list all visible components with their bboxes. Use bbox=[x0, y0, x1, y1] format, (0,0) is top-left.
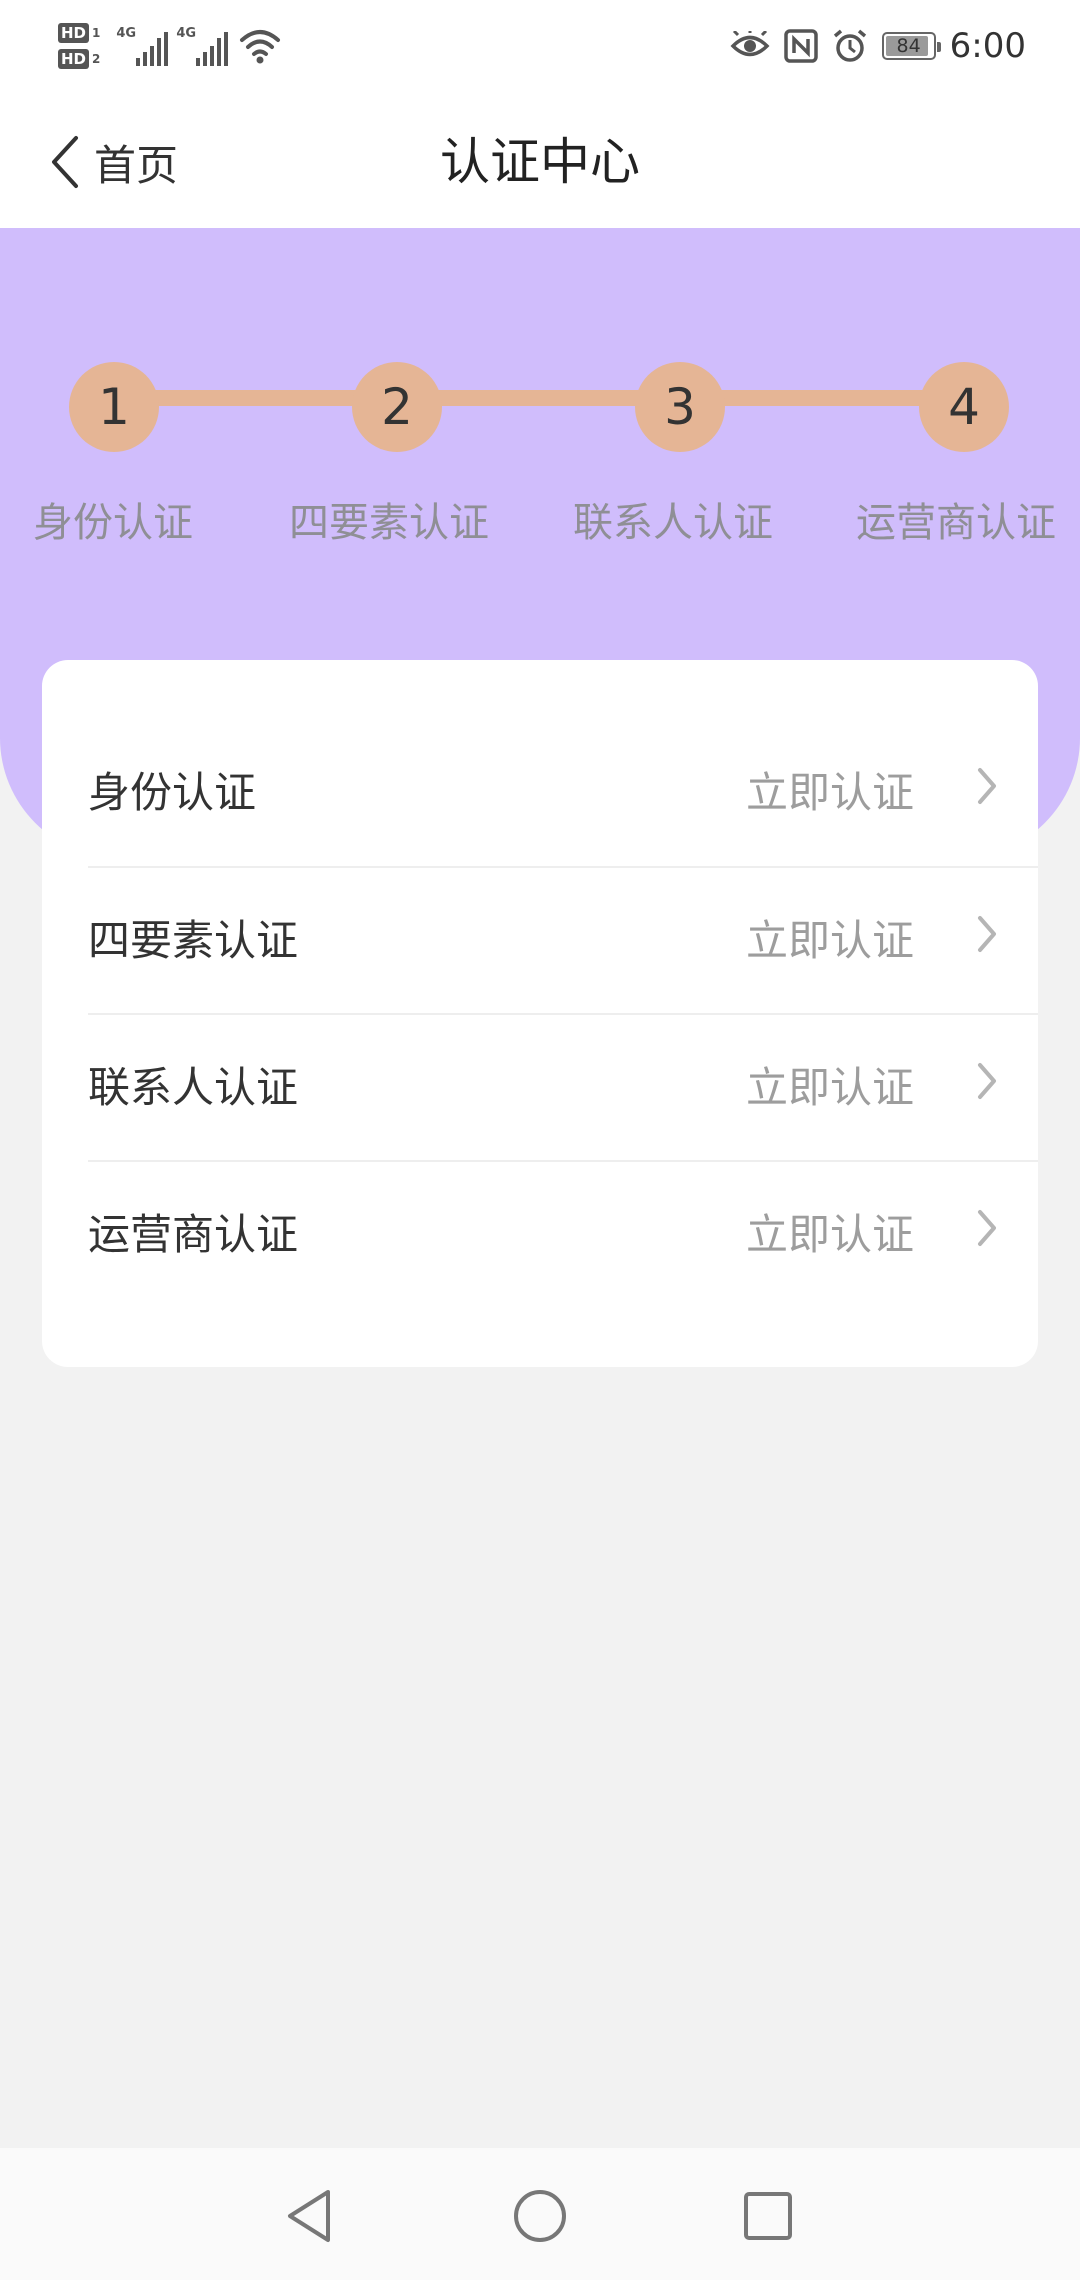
verify-now-link[interactable]: 立即认证 bbox=[746, 1201, 914, 1262]
wifi-icon bbox=[240, 30, 281, 64]
step-label: 运营商认证 bbox=[856, 500, 1056, 546]
sim2-indicator: HD 2 bbox=[58, 49, 100, 69]
network-type-1: 4G bbox=[116, 26, 137, 41]
sim2-number: 2 bbox=[92, 52, 101, 66]
step-circle: 3 bbox=[635, 362, 725, 452]
step-label: 联系人认证 bbox=[573, 500, 773, 546]
eye-icon bbox=[730, 31, 770, 57]
sim-indicators: HD 1 HD 2 bbox=[58, 23, 100, 69]
sim1-hd-badge: HD bbox=[58, 23, 90, 43]
home-circle-icon[interactable] bbox=[508, 2184, 572, 2248]
nav-header: 首页 认证中心 bbox=[0, 92, 1080, 228]
network-type-2: 4G bbox=[176, 26, 197, 41]
sim1-number: 1 bbox=[92, 26, 101, 40]
verify-now-link[interactable]: 立即认证 bbox=[746, 907, 914, 968]
list-item-label: 四要素认证 bbox=[88, 915, 299, 965]
signal-1-icon: 4G bbox=[116, 26, 169, 66]
signal-2-icon: 4G bbox=[176, 26, 229, 66]
battery-level: 84 bbox=[896, 35, 921, 57]
recents-square-icon[interactable] bbox=[736, 2184, 800, 2248]
list-item-contacts[interactable]: 联系人认证 立即认证 bbox=[88, 1011, 1038, 1157]
status-bar: HD 1 HD 2 4G 4G 84 6:00 bbox=[0, 0, 1080, 92]
list-item-carrier[interactable]: 运营商认证 立即认证 bbox=[88, 1158, 1038, 1304]
step-circle: 1 bbox=[69, 362, 159, 452]
step-connector bbox=[112, 390, 962, 406]
list-item-label: 联系人认证 bbox=[88, 1062, 299, 1112]
page-title: 认证中心 bbox=[440, 133, 640, 191]
back-triangle-icon[interactable] bbox=[278, 2184, 342, 2248]
step-circle: 2 bbox=[352, 362, 442, 452]
chevron-right-icon bbox=[978, 916, 996, 952]
step-label: 四要素认证 bbox=[289, 500, 489, 546]
list-item-identity[interactable]: 身份认证 立即认证 bbox=[88, 716, 1038, 862]
clock: 6:00 bbox=[949, 26, 1026, 66]
system-nav-bar bbox=[0, 2148, 1080, 2280]
battery-icon: 84 bbox=[881, 32, 941, 60]
status-bar-left: HD 1 HD 2 4G 4G bbox=[58, 14, 282, 78]
alarm-icon bbox=[833, 29, 866, 62]
sim1-indicator: HD 1 bbox=[58, 23, 100, 43]
chevron-right-icon bbox=[978, 768, 996, 804]
verification-list-card: 身份认证 立即认证 四要素认证 立即认证 联系人认证 立即认证 运营商认证 立即… bbox=[42, 660, 1038, 1367]
chevron-right-icon bbox=[978, 1210, 996, 1246]
chevron-right-icon bbox=[978, 1063, 996, 1099]
step-label: 身份认证 bbox=[33, 500, 193, 546]
status-bar-right: 84 6:00 bbox=[730, 14, 1026, 78]
list-item-label: 身份认证 bbox=[88, 767, 257, 817]
verify-now-link[interactable]: 立即认证 bbox=[746, 759, 914, 820]
sim2-hd-badge: HD bbox=[58, 49, 90, 69]
verify-now-link[interactable]: 立即认证 bbox=[746, 1054, 914, 1115]
step-circle: 4 bbox=[919, 362, 1009, 452]
list-item-four-factor[interactable]: 四要素认证 立即认证 bbox=[88, 864, 1038, 1010]
nfc-icon bbox=[783, 29, 818, 63]
list-item-label: 运营商认证 bbox=[88, 1209, 299, 1259]
